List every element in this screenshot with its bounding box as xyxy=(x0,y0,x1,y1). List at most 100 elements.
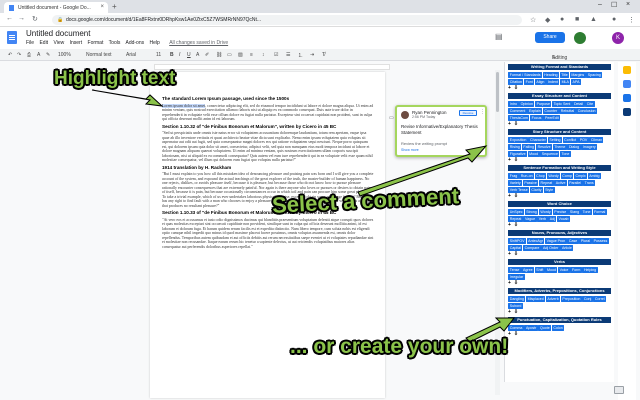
keep-icon[interactable] xyxy=(623,66,631,74)
show-more-link[interactable]: Show more xyxy=(401,148,419,152)
comment-chip-button[interactable]: Exposition xyxy=(508,136,528,143)
comment-chip-button[interactable]: Spacing xyxy=(586,71,603,78)
tasks-icon[interactable] xyxy=(623,80,631,88)
bold-icon[interactable]: B xyxy=(170,52,174,58)
comment-chip-button[interactable]: Vague Pron xyxy=(545,237,567,244)
comment-chip-button[interactable]: Dialog xyxy=(567,143,581,150)
comment-chip-button[interactable]: APA xyxy=(571,78,581,85)
comment-chip-button[interactable]: Imagery xyxy=(581,143,598,150)
comment-chip-button[interactable]: Style xyxy=(543,186,555,193)
comment-chip-button[interactable]: Capital xyxy=(508,244,523,251)
align-icon[interactable]: ≡ xyxy=(250,52,253,58)
comment-chip-button[interactable]: Vocab xyxy=(557,215,570,222)
minimize-window-icon[interactable]: – xyxy=(598,1,602,8)
comment-chip-button[interactable]: Focus xyxy=(530,114,543,121)
comment-chip-button[interactable]: Preposition xyxy=(560,295,582,302)
share-button[interactable]: Share xyxy=(535,32,565,43)
comment-chip-button[interactable]: Sequence xyxy=(540,150,560,157)
browser-tab[interactable]: Untitled document - Google Do... × xyxy=(4,2,108,13)
comment-chip-button[interactable]: Correl xyxy=(593,295,607,302)
add-comment-button[interactable]: + xyxy=(508,331,511,337)
comment-chip-button[interactable]: Precise xyxy=(552,208,568,215)
comment-chip-button[interactable]: Apostr xyxy=(524,324,538,331)
comment-chip-button[interactable]: Comma xyxy=(508,324,524,331)
highlight-icon[interactable]: ✐ xyxy=(205,52,209,58)
comment-chip-button[interactable]: Conflict xyxy=(562,136,578,143)
link-icon[interactable]: ⛓ xyxy=(216,52,222,58)
new-tab-button[interactable]: + xyxy=(112,2,117,11)
paint-format-icon[interactable]: ✎ xyxy=(46,52,50,58)
category-header[interactable]: Punctuation, Capitalization, Quotation R… xyxy=(508,317,611,323)
comment-chip-button[interactable]: Clarity xyxy=(529,186,543,193)
menu-insert[interactable]: Insert xyxy=(70,40,83,46)
text-color-icon[interactable]: A xyxy=(196,52,199,58)
category-header[interactable]: Sentence Formation and Writing Style xyxy=(508,165,611,171)
comment-chip-button[interactable]: Climax xyxy=(589,136,604,143)
comment-chip-button[interactable]: Explain xyxy=(527,107,543,114)
comment-chip-button[interactable]: Rebuttal xyxy=(559,107,576,114)
comment-chip-button[interactable]: Resolve xyxy=(536,143,553,150)
comment-chip-button[interactable]: Comment xyxy=(508,107,527,114)
comment-chip-button[interactable]: Parallel xyxy=(567,179,583,186)
comment-chip-button[interactable]: Quote xyxy=(538,324,552,331)
comment-chip-button[interactable]: Helping xyxy=(582,266,598,273)
download-icon[interactable]: ⇩ xyxy=(514,331,518,337)
add-comment-button[interactable]: + xyxy=(508,85,511,91)
redo-icon[interactable]: ↷ xyxy=(17,52,21,58)
comment-chip-button[interactable]: Adj Order xyxy=(541,244,560,251)
download-icon[interactable]: ⇩ xyxy=(514,309,518,315)
close-tab-icon[interactable]: × xyxy=(100,4,104,10)
comment-chip-button[interactable]: PeerEdit xyxy=(543,114,561,121)
comment-card[interactable]: Ryan Pennington 2:56 PM Today Resolve ⋮ … xyxy=(395,105,487,157)
print-icon[interactable]: ⎙ xyxy=(27,52,31,58)
zoom-select[interactable]: 100% xyxy=(58,52,71,58)
comment-chip-button[interactable]: MLA xyxy=(560,78,571,85)
more-options-icon[interactable]: ⋮ xyxy=(480,109,485,115)
comment-chip-button[interactable]: Theme xyxy=(552,143,567,150)
comment-chip-button[interactable]: Intro xyxy=(508,100,519,107)
star-icon[interactable]: ☆ xyxy=(530,16,536,24)
comment-chip-button[interactable]: Trans xyxy=(583,179,596,186)
resolve-button[interactable]: Resolve xyxy=(459,110,477,116)
document-content[interactable]: The standard Lorem Ipsum passage, used s… xyxy=(162,94,374,252)
comment-chip-button[interactable]: Possess xyxy=(592,237,609,244)
comment-chip-button[interactable]: Mood xyxy=(527,150,540,157)
document-title[interactable]: Untitled document xyxy=(26,29,90,38)
comment-chip-button[interactable]: Verb xyxy=(537,215,548,222)
clear-format-icon[interactable]: T̸ xyxy=(322,52,325,58)
comment-chip-button[interactable]: Rising xyxy=(508,143,522,150)
docs-logo-icon[interactable] xyxy=(7,31,17,44)
comment-chip-button[interactable]: Article xyxy=(560,244,574,251)
comment-chip-button[interactable]: Figurative xyxy=(508,150,528,157)
comment-chip-button[interactable]: Agree xyxy=(521,266,535,273)
comment-chip-button[interactable]: Shift xyxy=(534,266,545,273)
ruler[interactable] xyxy=(154,64,390,70)
comment-chip-button[interactable]: Character xyxy=(528,136,548,143)
add-comment-button[interactable]: + xyxy=(508,309,511,315)
comment-chip-button[interactable]: Purpose xyxy=(535,100,552,107)
comment-chip-button[interactable]: ShiftPOV xyxy=(508,237,527,244)
comment-chip-button[interactable]: Conclusion xyxy=(576,107,598,114)
comment-history-icon[interactable]: ▤ xyxy=(495,32,503,41)
category-header[interactable]: Modifiers, Adverbs, Prepositions, Conjun… xyxy=(508,288,611,294)
user-avatar[interactable]: K xyxy=(612,32,624,44)
indent-icon[interactable]: ⇥ xyxy=(310,52,314,58)
checklist-icon[interactable]: ☑ xyxy=(274,52,278,58)
comment-chip-button[interactable]: Voice xyxy=(558,266,570,273)
comment-chip-button[interactable]: Variety xyxy=(508,179,523,186)
comment-chip-button[interactable]: Irregular xyxy=(508,273,525,280)
comment-chip-button[interactable]: Title xyxy=(559,71,570,78)
menu-file[interactable]: File xyxy=(26,40,34,46)
comment-chip-button[interactable]: Margins xyxy=(569,71,586,78)
download-icon[interactable]: ⇩ xyxy=(514,280,518,286)
comment-chip-button[interactable]: Repeat xyxy=(508,215,523,222)
add-comment-button[interactable]: + xyxy=(508,121,511,127)
comment-chip-button[interactable]: Form xyxy=(570,266,582,273)
back-icon[interactable]: ← xyxy=(6,15,13,22)
extension-icon[interactable]: ● xyxy=(560,16,564,23)
menu-edit[interactable]: Edit xyxy=(39,40,48,46)
comment-chip-button[interactable]: Repeat xyxy=(539,179,554,186)
comment-icon[interactable]: ▭ xyxy=(227,52,232,58)
comment-chip-button[interactable]: Colon xyxy=(551,324,565,331)
profile-icon[interactable]: ● xyxy=(612,16,616,23)
